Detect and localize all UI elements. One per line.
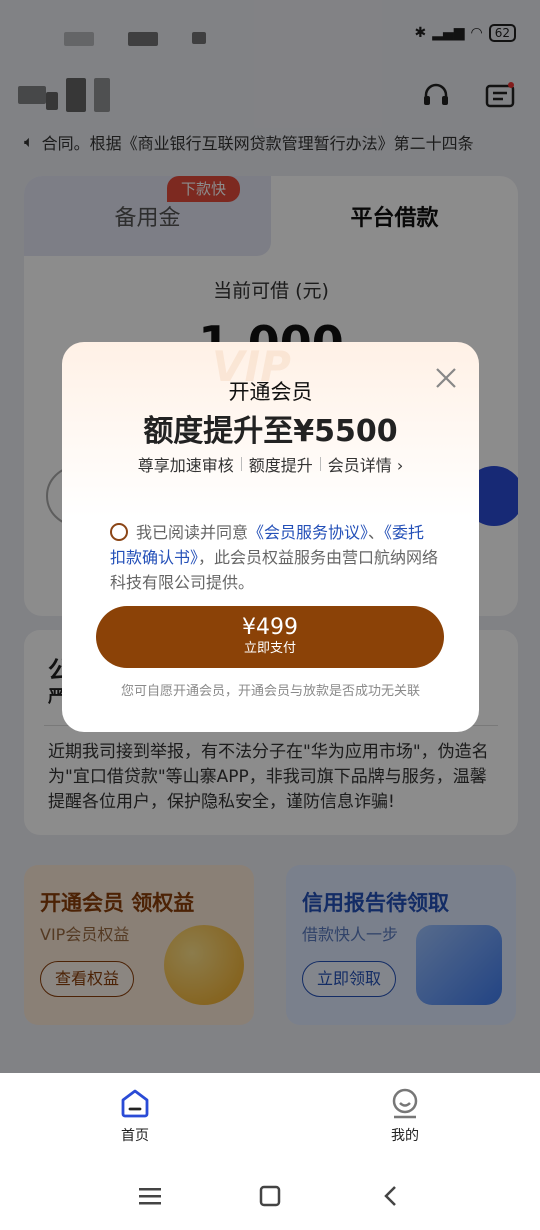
feature-separator (319, 457, 321, 471)
feature-item: 会员详情 (327, 456, 392, 475)
feature-separator (240, 457, 242, 471)
vip-modal: VIP 开通会员 额度提升至¥5500 尊享加速审核 额度提升 会员详情 › 我… (62, 342, 479, 732)
member-details-link[interactable]: 会员详情 › (328, 452, 404, 476)
nav-home-label: 首页 (121, 1128, 149, 1144)
modal-disclaimer: 您可自愿开通会员，开通会员与放款是否成功无关联 (120, 684, 420, 699)
feature-item: 额度提升 (248, 456, 313, 475)
nav-mine[interactable]: 我的 (345, 1087, 465, 1145)
nav-home[interactable]: 首页 (75, 1087, 195, 1145)
agreement-text: 我已阅读并同意《会员服务协议》、《委托扣款确认书》，此会员权益服务由营口航纳网络… (110, 520, 440, 595)
pay-label: 立即支付 (243, 641, 296, 656)
member-agreement-link[interactable]: 《会员服务协议》 (248, 523, 368, 542)
profile-icon (392, 1088, 418, 1119)
pay-button[interactable]: ¥499 立即支付 (96, 606, 444, 668)
bottom-nav: 首页 我的 (0, 1073, 540, 1161)
agree-radio[interactable] (110, 523, 128, 541)
agree-prefix: 我已阅读并同意 (136, 523, 249, 542)
modal-title: 开通会员 (228, 380, 313, 404)
modal-headline: 额度提升至¥5500 (143, 414, 398, 449)
back-icon[interactable] (370, 1179, 410, 1213)
chevron-right-icon: › (396, 456, 404, 475)
home-icon (121, 1089, 149, 1118)
nav-mine-label: 我的 (391, 1128, 419, 1144)
agree-separator: 、 (368, 523, 385, 542)
menu-icon[interactable] (130, 1179, 170, 1213)
pay-price: ¥499 (242, 615, 298, 640)
feature-list: 尊享加速审核 额度提升 会员详情 › (62, 452, 479, 476)
system-nav-bar (0, 1161, 540, 1230)
home-square-icon[interactable] (250, 1179, 290, 1213)
feature-item: 尊享加速审核 (137, 456, 234, 475)
